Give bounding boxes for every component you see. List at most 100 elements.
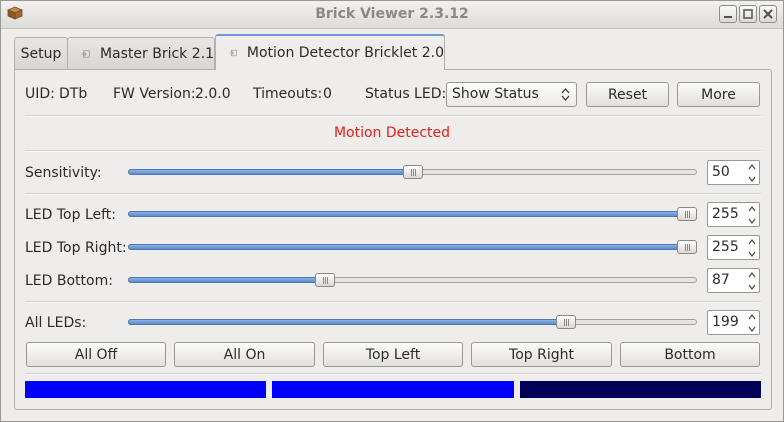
spin-up-button[interactable] — [745, 203, 759, 215]
grip-line — [687, 211, 688, 218]
grip-line — [689, 211, 690, 218]
top-left-button[interactable]: Top Left — [323, 342, 463, 367]
detach-icon — [81, 49, 90, 58]
status-led-select[interactable]: Show Status — [446, 82, 577, 107]
grip-line — [327, 277, 329, 284]
chevron-down-icon — [748, 326, 756, 332]
led-top-left-label: LED Top Left: — [25, 207, 117, 223]
led-top-right-slider[interactable] — [128, 240, 697, 254]
slider-fill — [128, 244, 687, 250]
chevron-down-icon — [748, 251, 756, 257]
bottom-button[interactable]: Bottom — [620, 342, 760, 367]
led-top-right-spinbox[interactable]: 255 — [707, 235, 760, 260]
slider-fill — [128, 211, 687, 217]
slider-handle[interactable] — [677, 240, 697, 254]
title-bar[interactable]: Brick Viewer 2.3.12 — [1, 1, 783, 29]
chevron-up-icon — [748, 314, 756, 320]
spin-down-button[interactable] — [745, 173, 759, 185]
uid-value: DTb — [59, 86, 88, 102]
all-leds-spinbox[interactable]: 199 — [707, 310, 760, 335]
tab-setup[interactable]: Setup — [14, 37, 68, 69]
top-right-button[interactable]: Top Right — [471, 342, 612, 367]
chevron-down-icon — [748, 284, 756, 290]
slider-fill — [128, 319, 567, 325]
motion-status-text: Motion Detected — [333, 125, 451, 141]
tab-master-brick-label: Master Brick 2.1 — [99, 45, 214, 62]
detach-icon — [229, 49, 237, 57]
maximize-icon — [743, 9, 753, 19]
led-top-left-color-bar — [25, 381, 266, 398]
led-bottom-color-bar — [520, 381, 761, 398]
separator — [25, 373, 761, 375]
spin-up-button[interactable] — [745, 269, 759, 281]
separator — [25, 150, 761, 152]
led-top-right-value: 255 — [712, 239, 739, 255]
led-top-left-value: 255 — [712, 206, 739, 222]
tab-master-brick[interactable]: Master Brick 2.1 — [67, 37, 215, 69]
status-led-label: Status LED: — [365, 86, 447, 102]
reset-button[interactable]: Reset — [586, 82, 669, 107]
sensitivity-spinbox[interactable]: 50 — [707, 160, 760, 185]
status-led-value: Show Status — [452, 86, 539, 102]
led-top-right-label: LED Top Right: — [25, 240, 127, 256]
slider-handle[interactable] — [556, 315, 577, 329]
chevron-up-icon — [748, 272, 756, 278]
spin-up-button[interactable] — [745, 161, 759, 173]
separator — [25, 193, 761, 195]
grip-line — [323, 277, 325, 284]
tab-motion-detector[interactable]: Motion Detector Bricklet 2.0 — [215, 34, 445, 70]
close-icon — [763, 9, 773, 19]
grip-line — [685, 211, 686, 218]
slider-handle[interactable] — [677, 207, 697, 221]
led-bottom-spinbox[interactable]: 87 — [707, 268, 760, 293]
more-button[interactable]: More — [677, 82, 760, 107]
tab-motion-detector-label: Motion Detector Bricklet 2.0 — [246, 45, 444, 61]
spin-down-button[interactable] — [745, 281, 759, 293]
spin-down-button[interactable] — [745, 248, 759, 260]
sensitivity-label: Sensitivity: — [25, 165, 102, 181]
window-title: Brick Viewer 2.3.12 — [315, 6, 469, 22]
timeouts-label: Timeouts: — [253, 86, 323, 102]
chevron-up-icon — [748, 239, 756, 245]
spin-down-button[interactable] — [745, 323, 759, 335]
spin-up-button[interactable] — [745, 311, 759, 323]
all-leds-slider[interactable] — [128, 315, 697, 329]
led-bottom-label: LED Bottom: — [25, 273, 113, 289]
brick-viewer-window: Brick Viewer 2.3.12 Setup Master Brick 2… — [0, 0, 784, 422]
all-on-button[interactable]: All On — [174, 342, 315, 367]
sensitivity-value: 50 — [712, 164, 730, 180]
slider-fill — [128, 277, 326, 283]
all-leds-label: All LEDs: — [25, 315, 87, 331]
minimize-icon — [724, 16, 732, 18]
grip-line — [412, 169, 414, 176]
slider-handle[interactable] — [402, 165, 423, 179]
slider-fill — [128, 169, 413, 175]
fw-version-label: FW Version: — [113, 86, 196, 102]
slider-handle[interactable] — [315, 273, 336, 287]
separator — [25, 115, 761, 117]
grip-line — [685, 244, 686, 251]
maximize-button[interactable] — [739, 5, 757, 23]
led-bottom-slider[interactable] — [128, 273, 697, 287]
chevron-up-icon — [748, 164, 756, 170]
sensitivity-slider[interactable] — [128, 165, 697, 179]
chevron-down-icon — [748, 176, 756, 182]
grip-line — [689, 244, 690, 251]
chevron-up-icon — [748, 206, 756, 212]
fw-version-value: 2.0.0 — [195, 86, 231, 102]
separator — [25, 301, 761, 303]
grip-line — [566, 319, 568, 326]
grip-line — [414, 169, 416, 176]
chevron-down-icon — [748, 218, 756, 224]
led-bottom-value: 87 — [712, 272, 730, 288]
led-top-left-slider[interactable] — [128, 207, 697, 221]
grip-line — [325, 277, 327, 284]
all-leds-value: 199 — [712, 314, 739, 330]
timeouts-value: 0 — [323, 86, 332, 102]
close-button[interactable] — [759, 5, 777, 23]
spin-down-button[interactable] — [745, 215, 759, 227]
spin-up-button[interactable] — [745, 236, 759, 248]
all-off-button[interactable]: All Off — [26, 342, 166, 367]
led-top-left-spinbox[interactable]: 255 — [707, 202, 760, 227]
minimize-button[interactable] — [719, 5, 737, 23]
